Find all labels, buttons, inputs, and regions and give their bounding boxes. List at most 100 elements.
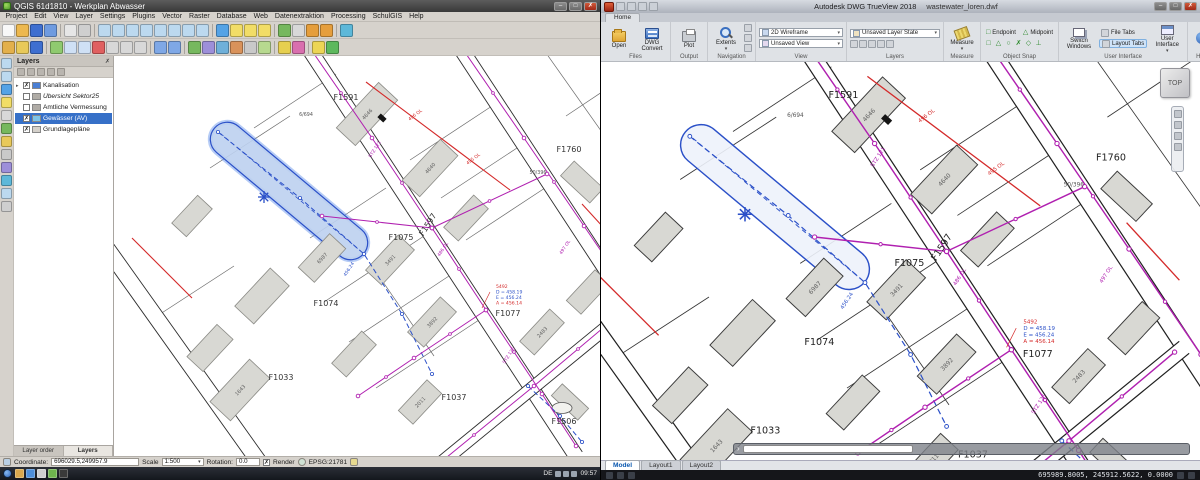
menu-vector[interactable]: Vector [159, 13, 186, 20]
add-layer-icon[interactable] [1, 123, 12, 134]
zoom-icon[interactable] [1174, 132, 1182, 140]
layout-manager-icon[interactable] [78, 24, 91, 37]
snap-settings-icon[interactable] [1, 149, 12, 160]
keyboard-layout-indicator[interactable]: DE [543, 470, 552, 477]
volume-icon[interactable] [563, 471, 569, 477]
pan-selection-icon[interactable] [112, 24, 125, 37]
deselect-features-icon[interactable] [244, 24, 257, 37]
snap-mode-icon[interactable]: ✗ [1014, 39, 1023, 48]
named-view-dropdown[interactable]: Unsaved View ▾ [759, 39, 843, 48]
qgis-title-bar[interactable]: QGIS 61d1810 - Werkplan Abwasser –□✗ [0, 0, 600, 12]
measure-line-icon[interactable] [292, 24, 305, 37]
zoom-extents-button[interactable]: Extents ▾ [711, 26, 741, 51]
menu-database[interactable]: Database [213, 13, 250, 20]
qat-redo-icon[interactable] [649, 2, 658, 11]
help-tool-icon[interactable] [1, 188, 12, 199]
menu-help[interactable]: Help [406, 13, 427, 20]
start-button[interactable] [3, 469, 12, 478]
orbit-icon[interactable] [744, 44, 752, 52]
tab-layout2[interactable]: Layout2 [682, 460, 721, 470]
user-interface-button[interactable]: User Interface ▾ [1150, 23, 1184, 53]
qat-plot-icon[interactable] [627, 2, 636, 11]
scale-combo[interactable]: 1:500▾ [162, 458, 204, 466]
georeferencer-icon[interactable] [1, 162, 12, 173]
cut-features-icon[interactable] [106, 41, 119, 54]
copy-features-icon[interactable] [120, 41, 133, 54]
project-new-icon[interactable] [2, 24, 15, 37]
measure-tool-icon[interactable] [1, 110, 12, 121]
current-edits-icon[interactable] [2, 41, 15, 54]
pan-tool-icon[interactable] [1, 58, 12, 69]
menu-schulgis[interactable]: SchulGIS [369, 13, 406, 20]
layer-tool-icon[interactable] [859, 40, 867, 48]
open-attribute-table-icon[interactable] [278, 24, 291, 37]
layer-tool-icon[interactable] [877, 40, 885, 48]
menu-web[interactable]: Web [250, 13, 271, 20]
edit-tool-icon[interactable] [1, 136, 12, 147]
snap-toggle-icon[interactable] [617, 472, 624, 479]
zoom-next-icon[interactable] [196, 24, 209, 37]
menu-settings[interactable]: Settings [96, 13, 128, 20]
taskbar-browser-icon[interactable] [26, 469, 35, 478]
layer-item[interactable]: Übersicht Sektor25 [15, 91, 112, 102]
zoom-last-icon[interactable] [182, 24, 195, 37]
panel-close-icon[interactable]: ✗ [105, 58, 110, 65]
zoom-full-icon[interactable] [168, 24, 181, 37]
new-shapefile-icon[interactable] [258, 41, 271, 54]
taskbar-files-icon[interactable] [15, 469, 24, 478]
undo-icon[interactable] [154, 41, 167, 54]
move-feature-icon[interactable] [78, 41, 91, 54]
add-wms-layer-icon[interactable] [230, 41, 243, 54]
zoom-out-icon[interactable] [140, 24, 153, 37]
tab-model[interactable]: Model [605, 460, 640, 470]
python-console-icon[interactable] [312, 41, 325, 54]
pan-map-icon[interactable] [98, 24, 111, 37]
menu-project[interactable]: Project [2, 13, 31, 20]
layer-state-dropdown[interactable]: Unsaved Layer State ▾ [850, 29, 940, 38]
open-button[interactable]: Open [604, 28, 634, 49]
minimize-button[interactable]: – [554, 2, 567, 11]
identify-features-icon[interactable] [216, 24, 229, 37]
layer-checkbox[interactable]: ✗ [23, 126, 30, 133]
add-postgis-layer-icon[interactable] [216, 41, 229, 54]
minimize-button[interactable]: – [1154, 2, 1167, 11]
remove-layer-icon[interactable] [57, 68, 65, 76]
trueview-title-bar[interactable]: Autodesk DWG TrueView 2018wastewater_lor… [601, 0, 1200, 13]
menu-datenextraktion[interactable]: Datenextraktion [271, 13, 327, 20]
rotation-field[interactable]: 0.0 [236, 458, 260, 466]
show-bookmarks-icon[interactable] [320, 24, 333, 37]
layer-tool-icon[interactable] [868, 40, 876, 48]
select-features-icon[interactable] [230, 24, 243, 37]
delete-selected-icon[interactable] [92, 41, 105, 54]
cad-drawing-canvas[interactable]: 46464640698734913892248316432011F1591F17… [601, 62, 1200, 460]
layer-styling-icon[interactable] [292, 41, 305, 54]
updates-icon[interactable] [571, 471, 577, 477]
zoom-in-icon[interactable] [126, 24, 139, 37]
node-tool-icon[interactable] [64, 41, 77, 54]
midpoint-snap-button[interactable]: △ Midpoint [1021, 28, 1055, 37]
menu-processing[interactable]: Processing [327, 13, 369, 20]
settings-icon[interactable] [1188, 472, 1195, 479]
endpoint-snap-button[interactable]: □ Endpoint [984, 28, 1018, 37]
layer-labeling-icon[interactable] [278, 41, 291, 54]
plot-button[interactable]: Plot [674, 28, 704, 49]
redo-icon[interactable] [168, 41, 181, 54]
qat-undo-icon[interactable] [638, 2, 647, 11]
layer-item[interactable]: Amtliche Vermessung [15, 102, 112, 113]
crs-globe-icon[interactable] [298, 458, 306, 466]
network-icon[interactable] [555, 471, 561, 477]
coordinate-field[interactable]: 696029.5,249957.9 [51, 458, 139, 466]
taskbar-qgis-icon[interactable] [48, 469, 57, 478]
layer-item[interactable]: ▸✗Kanalisation [15, 80, 112, 91]
layer-tool-icon[interactable] [886, 40, 894, 48]
new-bookmark-icon[interactable] [306, 24, 319, 37]
clock[interactable]: 09:57 [580, 470, 597, 477]
menu-edit[interactable]: Edit [31, 13, 50, 20]
close-button[interactable]: ✗ [584, 2, 597, 11]
project-open-icon[interactable] [16, 24, 29, 37]
taskbar-terminal-icon[interactable] [59, 469, 68, 478]
new-layout-icon[interactable] [64, 24, 77, 37]
add-raster-layer-icon[interactable] [202, 41, 215, 54]
pan-icon[interactable] [1174, 121, 1182, 129]
zoom-tool-icon[interactable] [1, 71, 12, 82]
